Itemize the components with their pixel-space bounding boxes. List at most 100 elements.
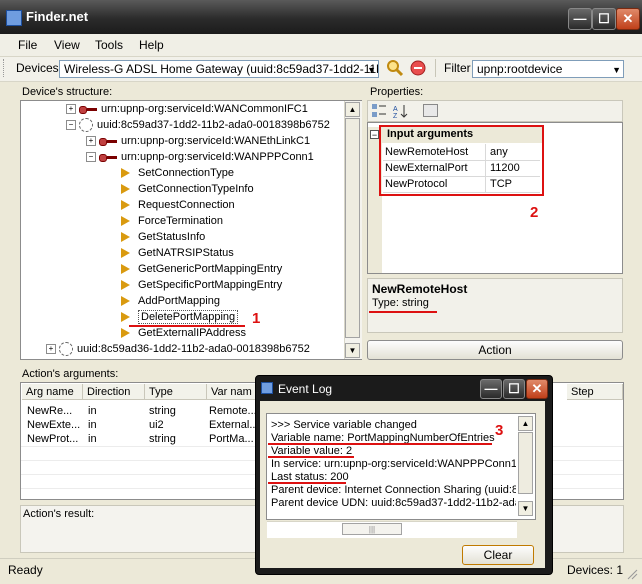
table-cell[interactable]: NewRe... [27,404,81,418]
table-cell[interactable]: External... [209,418,255,432]
tree-item[interactable]: + urn:upnp-org:serviceId:WANEthLinkC1 [86,133,310,149]
tree-item-action[interactable]: GetExternalIPAddress [121,325,246,341]
svg-text:A: A [393,106,398,113]
tree-item-action[interactable]: AddPortMapping [121,293,220,309]
device-icon [79,118,93,133]
action-icon [121,184,130,195]
tree-item[interactable]: + urn:upnp-org:serviceId:WANCommonIFC1 [66,101,308,117]
sort-az-icon[interactable]: AZ [392,103,408,120]
action-icon [121,264,130,275]
action-button[interactable]: Action [367,340,623,360]
annotation-underline [268,482,346,484]
tree-item-action[interactable]: RequestConnection [121,197,235,213]
column-header[interactable]: Type [145,384,207,400]
table-cell[interactable]: string [149,432,203,446]
annotation-underline [129,325,245,327]
search-icon[interactable] [386,59,404,77]
column-header[interactable]: Var nam [207,384,257,400]
menu-file[interactable]: File [18,38,37,52]
scroll-down-arrow[interactable]: ▼ [345,343,360,358]
tree-item[interactable]: + uuid:8c59ad36-1dd2-11b2-ada0-0018398b67… [46,341,310,357]
window-title: Finder.net [26,9,89,24]
scroll-up-arrow[interactable]: ▲ [345,102,360,117]
tree-item-action-selected[interactable]: DeletePortMapping [121,309,239,325]
minimize-button[interactable]: — [568,8,592,30]
table-cell[interactable]: Remote... [209,404,255,418]
scroll-thumb[interactable] [518,432,533,494]
scroll-up-arrow[interactable]: ▲ [518,416,533,431]
table-cell[interactable]: ui2 [149,418,203,432]
log-line: Parent device: Internet Connection Shari… [271,484,524,496]
clear-button[interactable]: Clear [462,545,534,565]
filter-value: upnp:rootdevice [477,62,563,76]
annotation-underline [369,311,437,313]
dialog-icon [261,382,273,394]
devices-combo[interactable]: Wireless-G ADSL Home Gateway (uuid:8c59a… [59,60,379,78]
scroll-down-arrow[interactable]: ▼ [518,501,533,516]
selected-property-name: NewRemoteHost [372,282,468,296]
annotation-marker-2: 2 [530,204,539,221]
filter-label: Filter [444,61,471,75]
annotation-underline [268,443,492,445]
title-bar [0,0,642,34]
tree-item-action[interactable]: GetGenericPortMappingEntry [121,261,282,277]
tree-item-action[interactable]: GetStatusInfo [121,229,205,245]
property-pages-icon[interactable] [423,104,438,117]
tree-item-action[interactable]: GetConnectionTypeInfo [121,181,254,197]
annotation-marker-1: 1 [252,310,261,327]
table-cell[interactable]: PortMa... [209,432,255,446]
tree-item[interactable]: − urn:upnp-org:serviceId:WANPPPConn1 [86,149,314,165]
table-cell[interactable]: in [88,418,142,432]
column-header[interactable]: Arg name [22,384,83,400]
action-icon [121,232,130,243]
service-icon [99,137,117,147]
dialog-maximize-button[interactable]: ☐ [503,379,525,399]
menu-tools[interactable]: Tools [95,38,123,52]
resize-grip-icon[interactable] [626,568,638,580]
tree-item-action[interactable]: GetNATRSIPStatus [121,245,234,261]
categorized-icon[interactable] [371,103,387,119]
annotation-marker-3: 3 [495,422,504,439]
toolbar-grip [3,59,7,77]
tree-item-action[interactable]: SetConnectionType [121,165,234,181]
menu-help[interactable]: Help [139,38,164,52]
arguments-heading: Action's arguments: [22,368,119,380]
status-text: Ready [8,563,43,577]
action-icon [121,248,130,259]
log-line: Parent device UDN: uuid:8c59ad37-1dd2-11… [271,497,521,509]
table-cell[interactable]: NewExte... [27,418,81,432]
log-line: In service: urn:upnp-org:serviceId:WANPP… [271,458,517,470]
devices-label: Devices [16,61,59,75]
table-cell[interactable]: string [149,404,203,418]
annotation-underline [268,456,354,458]
maximize-button[interactable]: ☐ [592,8,616,30]
app-icon [6,10,22,26]
log-line: >>> Service variable changed [271,419,417,431]
dialog-minimize-button[interactable]: — [480,379,502,399]
filter-combo[interactable]: upnp:rootdevice ▼ [472,60,624,78]
table-cell[interactable]: NewProt... [27,432,81,446]
action-icon [121,296,130,307]
structure-heading: Device's structure: [22,86,113,98]
scroll-thumb[interactable] [345,118,360,338]
tree-item[interactable]: − uuid:8c59ad37-1dd2-11b2-ada0-0018398b67… [66,117,330,133]
column-header[interactable]: Direction [83,384,145,400]
tree-item-action[interactable]: GetSpecificPortMappingEntry [121,277,282,293]
table-cell[interactable]: in [88,404,142,418]
tree-item-action[interactable]: ForceTermination [121,213,223,229]
menu-view[interactable]: View [54,38,80,52]
action-icon [121,280,130,291]
dialog-title: Event Log [278,382,333,396]
toolbar-separator [435,59,436,77]
collapse-icon[interactable]: − [370,130,379,140]
chevron-down-icon: ▼ [367,65,376,75]
action-icon [121,328,130,339]
stop-icon[interactable] [410,60,426,76]
dialog-close-button[interactable]: ✕ [526,379,548,399]
action-icon [121,216,130,227]
hscroll-thumb[interactable]: ||| [342,523,402,535]
devices-value: Wireless-G ADSL Home Gateway (uuid:8c59a… [64,62,379,76]
table-cell[interactable]: in [88,432,142,446]
close-button[interactable]: ✕ [616,8,640,30]
column-header[interactable]: Step [567,384,623,400]
